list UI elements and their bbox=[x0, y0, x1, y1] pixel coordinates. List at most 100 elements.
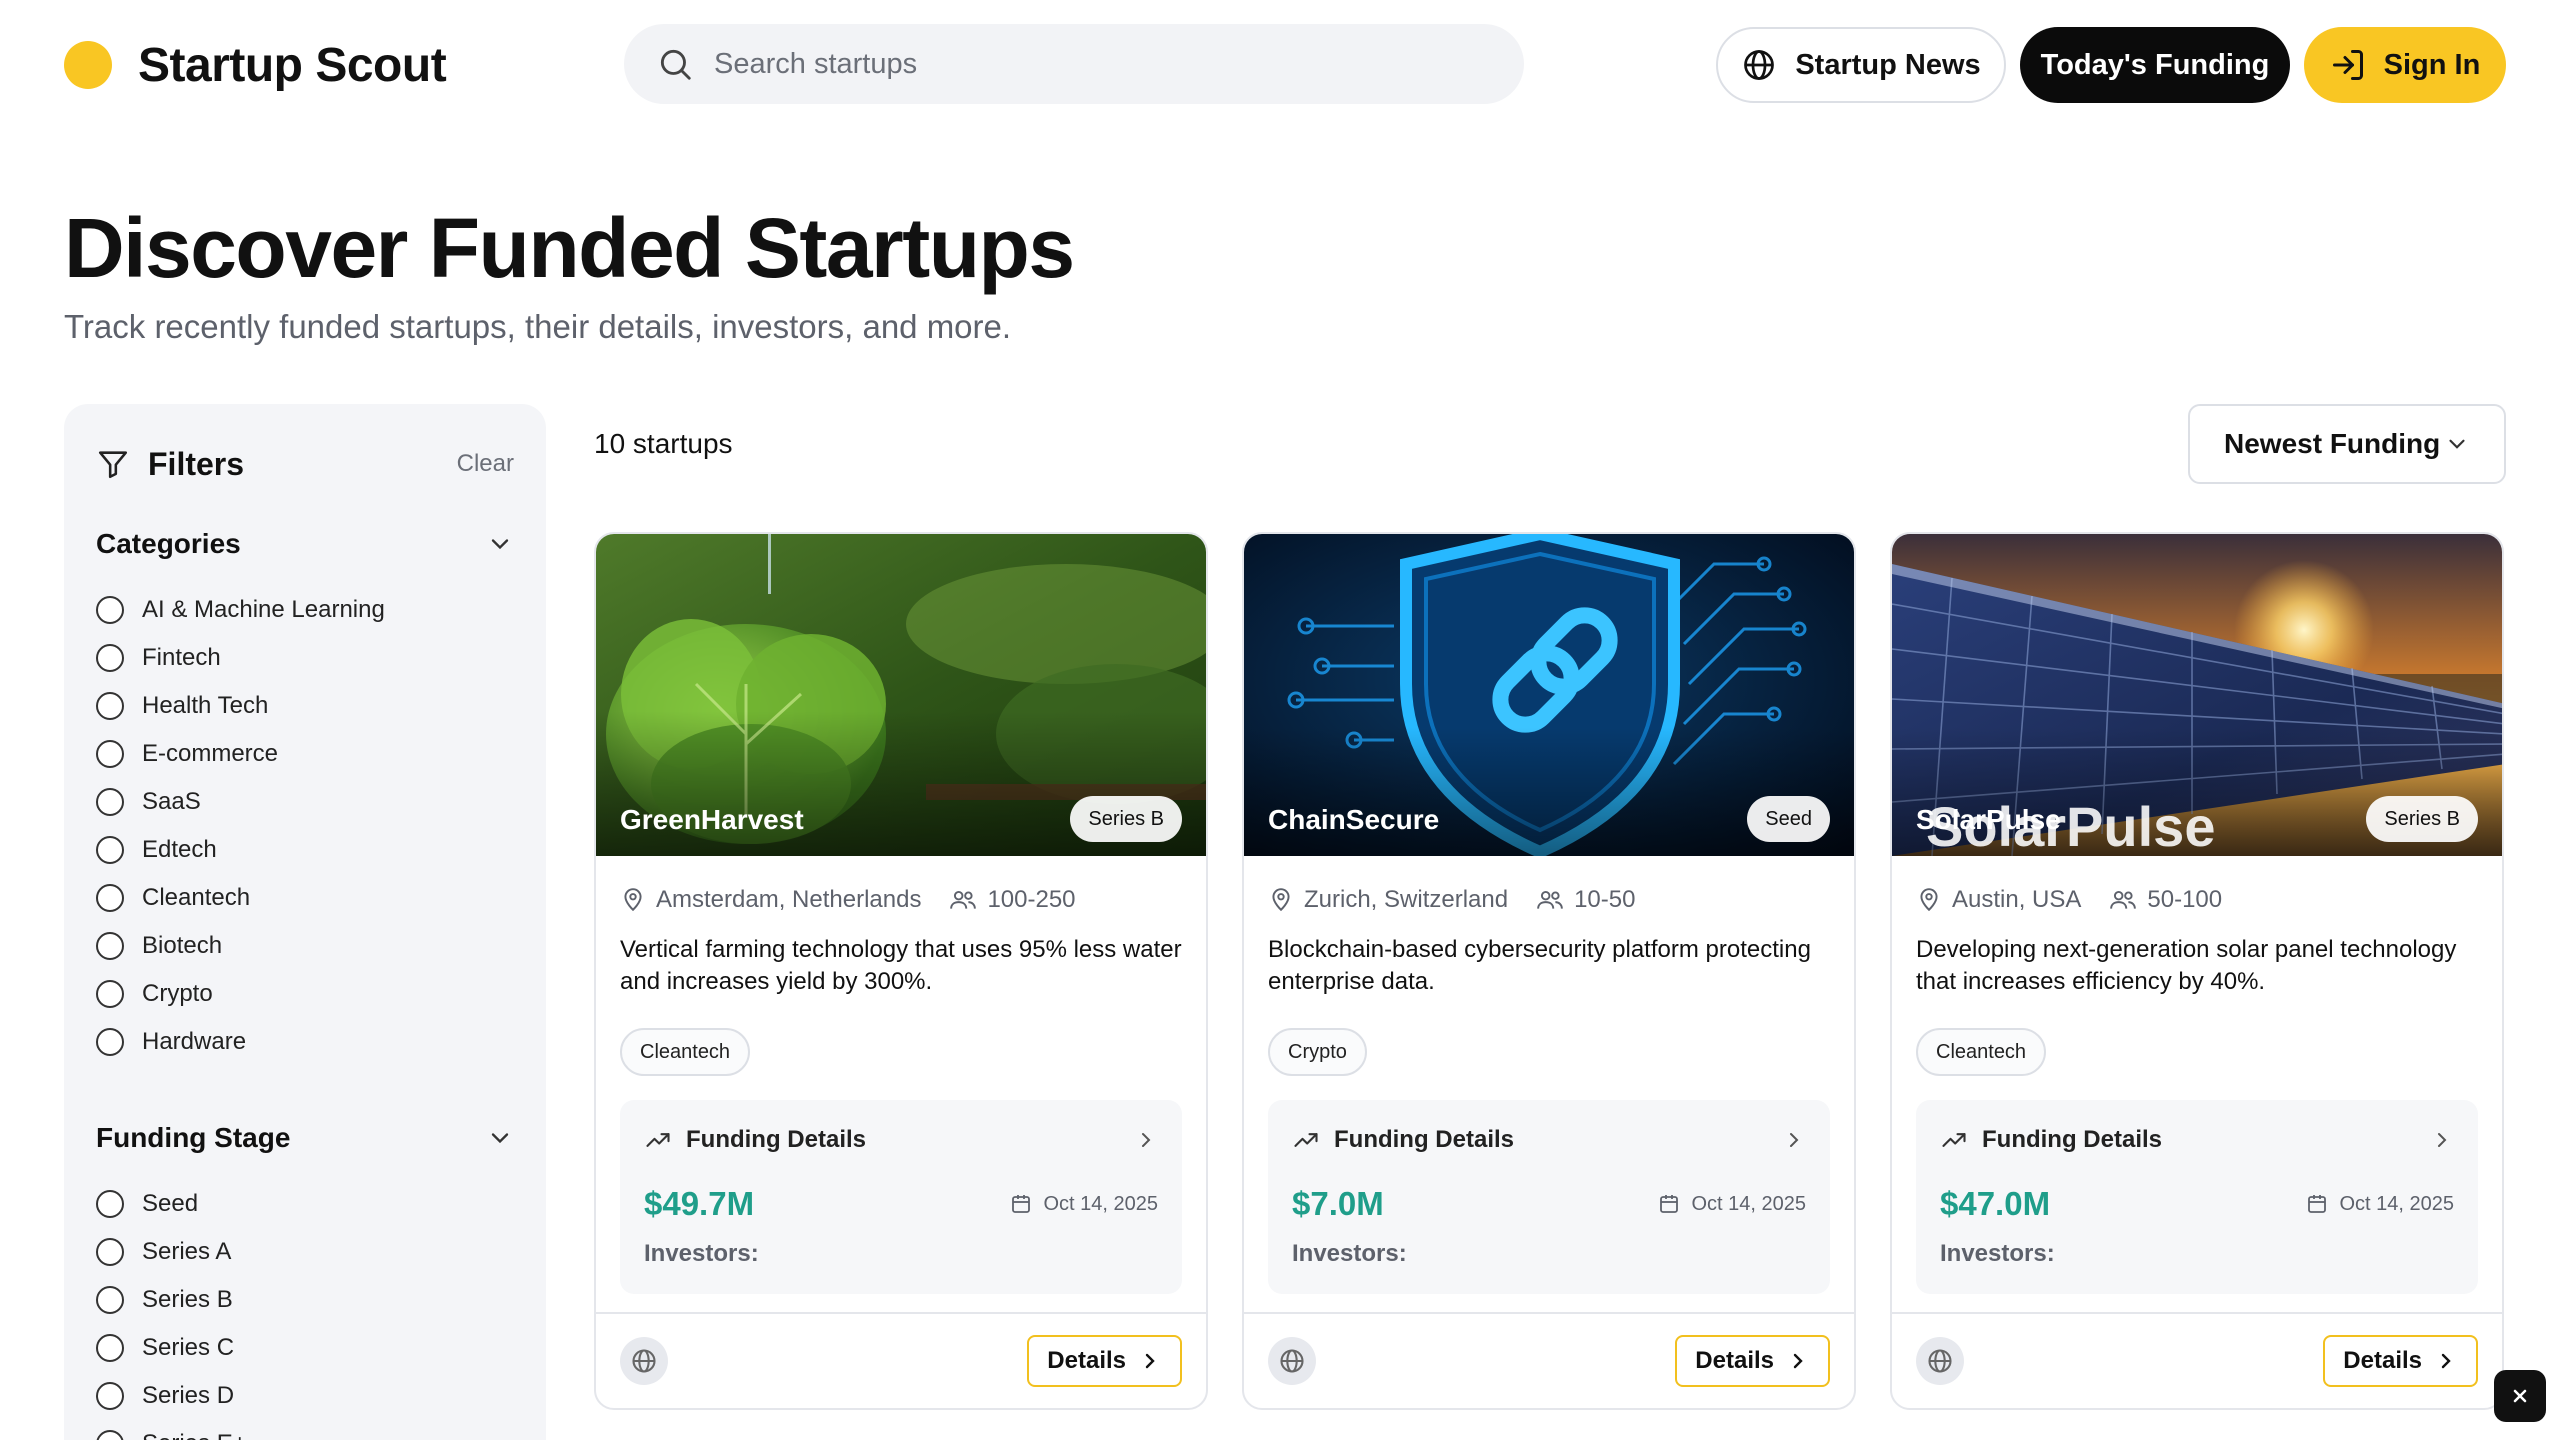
startup-description: Vertical farming technology that uses 95… bbox=[620, 936, 1182, 995]
category-option[interactable]: Health Tech bbox=[96, 682, 514, 730]
funding-details[interactable]: Funding Details $7.0M Oct 14, 2025 Inves… bbox=[1268, 1100, 1830, 1294]
stage-option[interactable]: Series B bbox=[96, 1276, 514, 1324]
radio-button[interactable] bbox=[96, 980, 124, 1008]
todays-funding-button[interactable]: Today's Funding bbox=[2020, 27, 2290, 103]
categories-section-toggle[interactable]: Categories bbox=[96, 516, 514, 572]
category-option[interactable]: AI & Machine Learning bbox=[96, 586, 514, 634]
radio-button[interactable] bbox=[96, 788, 124, 816]
close-button[interactable] bbox=[2494, 1370, 2546, 1422]
category-option[interactable]: Edtech bbox=[96, 826, 514, 874]
stage-option[interactable]: Series C bbox=[96, 1324, 514, 1372]
category-option[interactable]: Cleantech bbox=[96, 874, 514, 922]
search-icon bbox=[656, 45, 694, 83]
funding-date: Oct 14, 2025 bbox=[2305, 1192, 2454, 1216]
category-tag[interactable]: Crypto bbox=[1268, 1028, 1367, 1076]
radio-button[interactable] bbox=[96, 884, 124, 912]
search-bar[interactable] bbox=[624, 24, 1524, 104]
chevron-right-icon bbox=[1782, 1128, 1806, 1152]
category-label: Biotech bbox=[142, 932, 223, 959]
categories-title: Categories bbox=[96, 528, 241, 559]
top-header: Startup Scout Startup News Today's Fundi… bbox=[0, 0, 2560, 130]
sort-label: Newest Funding bbox=[2224, 428, 2441, 459]
radio-button[interactable] bbox=[96, 644, 124, 672]
category-option[interactable]: SaaS bbox=[96, 778, 514, 826]
close-icon bbox=[2510, 1386, 2530, 1406]
category-option[interactable]: E-commerce bbox=[96, 730, 514, 778]
radio-button[interactable] bbox=[96, 1382, 124, 1410]
funding-details[interactable]: Funding Details $49.7M Oct 14, 2025 Inve… bbox=[620, 1100, 1182, 1294]
card-footer: Details bbox=[1892, 1312, 2502, 1408]
trending-up-icon bbox=[1940, 1126, 1968, 1154]
radio-button[interactable] bbox=[96, 836, 124, 864]
logo-mark bbox=[64, 41, 112, 89]
location: Amsterdam, Netherlands bbox=[620, 886, 921, 914]
filters-header: Filters Clear bbox=[96, 436, 514, 492]
radio-button[interactable] bbox=[96, 932, 124, 960]
chevron-down-icon bbox=[2444, 431, 2470, 457]
radio-button[interactable] bbox=[96, 1190, 124, 1218]
category-label: Crypto bbox=[142, 980, 213, 1007]
radio-button[interactable] bbox=[96, 692, 124, 720]
radio-button[interactable] bbox=[96, 740, 124, 768]
website-button[interactable] bbox=[1268, 1337, 1316, 1385]
users-icon bbox=[2109, 887, 2137, 913]
category-option[interactable]: Fintech bbox=[96, 634, 514, 682]
funding-details[interactable]: Funding Details $47.0M Oct 14, 2025 Inve… bbox=[1916, 1100, 2478, 1294]
stage-option[interactable]: Series A bbox=[96, 1228, 514, 1276]
search-input[interactable] bbox=[714, 47, 1474, 81]
stage-label: Series B bbox=[142, 1286, 233, 1313]
card-footer: Details bbox=[1244, 1312, 1854, 1408]
location: Austin, USA bbox=[1916, 886, 2081, 914]
clear-filters-button[interactable]: Clear bbox=[457, 450, 514, 478]
radio-button[interactable] bbox=[96, 1238, 124, 1266]
website-button[interactable] bbox=[1916, 1337, 1964, 1385]
startup-card[interactable]: SolarPulse SolarPulse Series B Austin, U… bbox=[1890, 532, 2504, 1410]
calendar-icon bbox=[1657, 1192, 1681, 1216]
details-button[interactable]: Details bbox=[1675, 1335, 1830, 1387]
investors-label: Investors: bbox=[1292, 1240, 1407, 1267]
startup-card[interactable]: ChainSecure Seed Zurich, Switzerland 10-… bbox=[1242, 532, 1856, 1410]
startup-meta: Zurich, Switzerland 10-50 bbox=[1268, 880, 1830, 920]
stage-option[interactable]: Series D bbox=[96, 1372, 514, 1420]
details-button[interactable]: Details bbox=[1027, 1335, 1182, 1387]
category-label: SaaS bbox=[142, 788, 201, 815]
funding-stage-section-toggle[interactable]: Funding Stage bbox=[96, 1110, 514, 1166]
funding-stage-title: Funding Stage bbox=[96, 1122, 291, 1153]
category-option[interactable]: Crypto bbox=[96, 970, 514, 1018]
brand-name: Startup Scout bbox=[138, 38, 447, 92]
team-size: 50-100 bbox=[2109, 886, 2222, 914]
category-tag[interactable]: Cleantech bbox=[1916, 1028, 2047, 1076]
radio-button[interactable] bbox=[96, 596, 124, 624]
funding-amount: $49.7M bbox=[644, 1185, 755, 1222]
stage-option[interactable]: Seed bbox=[96, 1180, 514, 1228]
radio-button[interactable] bbox=[96, 1028, 124, 1056]
stage-option[interactable]: Series E+ bbox=[96, 1420, 514, 1440]
investors-label: Investors: bbox=[1940, 1240, 2055, 1267]
trending-up-icon bbox=[1292, 1126, 1320, 1154]
location-text: Amsterdam, Netherlands bbox=[656, 886, 922, 913]
startup-news-button[interactable]: Startup News bbox=[1716, 27, 2006, 103]
stage-options: Seed Series A Series B Series C Series D… bbox=[96, 1180, 514, 1440]
radio-button[interactable] bbox=[96, 1430, 124, 1440]
todays-funding-label: Today's Funding bbox=[2040, 48, 2270, 81]
category-tag[interactable]: Cleantech bbox=[620, 1028, 751, 1076]
details-button[interactable]: Details bbox=[2323, 1335, 2478, 1387]
radio-button[interactable] bbox=[96, 1286, 124, 1314]
startup-name: GreenHarvest bbox=[620, 804, 804, 835]
brand-logo[interactable]: Startup Scout bbox=[64, 38, 447, 92]
sign-in-button[interactable]: Sign In bbox=[2304, 27, 2506, 103]
category-label: Health Tech bbox=[142, 692, 269, 719]
funding-amount: $7.0M bbox=[1292, 1185, 1384, 1222]
funding-details-title: Funding Details bbox=[686, 1126, 866, 1153]
radio-button[interactable] bbox=[96, 1334, 124, 1362]
funding-date-text: Oct 14, 2025 bbox=[1691, 1192, 1806, 1215]
website-button[interactable] bbox=[620, 1337, 668, 1385]
startup-card[interactable]: GreenHarvest Series B Amsterdam, Netherl… bbox=[594, 532, 1208, 1410]
details-label: Details bbox=[1695, 1347, 1774, 1374]
category-option[interactable]: Hardware bbox=[96, 1018, 514, 1066]
sort-dropdown[interactable]: Newest Funding bbox=[2188, 404, 2506, 484]
filters-title: Filters bbox=[96, 446, 244, 483]
category-option[interactable]: Biotech bbox=[96, 922, 514, 970]
investors-label: Investors: bbox=[644, 1240, 759, 1267]
map-pin-icon bbox=[620, 887, 646, 913]
